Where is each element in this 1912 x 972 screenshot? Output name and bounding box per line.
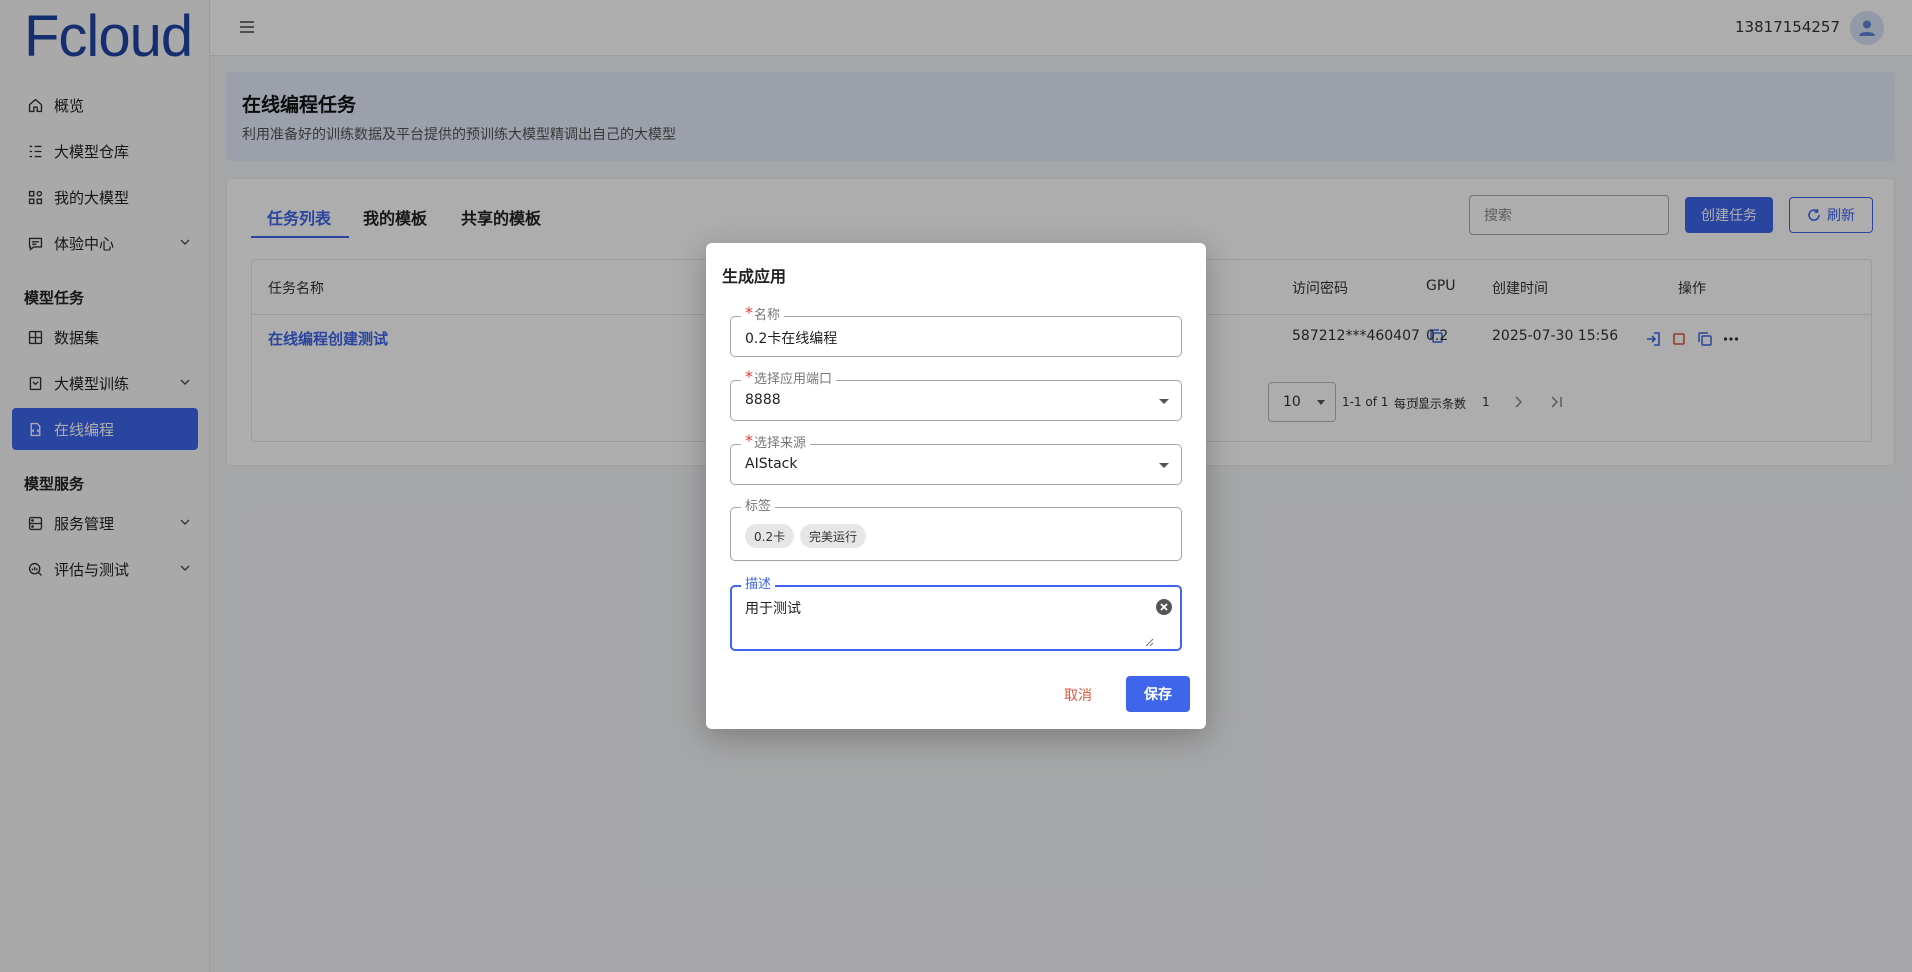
- save-button[interactable]: 保存: [1126, 676, 1190, 712]
- port-select-label: * 选择应用端口: [741, 367, 837, 388]
- tag-chip[interactable]: 0.2卡: [745, 524, 795, 548]
- generate-app-dialog: 生成应用 * 名称 0.2卡在线编程 * 选择应用端口 8888 * 选择来源 AIS…: [706, 243, 1206, 729]
- resize-handle-icon[interactable]: [1144, 637, 1154, 647]
- name-field-value[interactable]: 0.2卡在线编程: [745, 328, 837, 348]
- tags-field[interactable]: 标签 0.2卡 完美运行: [730, 499, 1182, 561]
- name-field[interactable]: * 名称 0.2卡在线编程: [730, 305, 1182, 357]
- cancel-button[interactable]: 取消: [1064, 685, 1092, 705]
- name-field-label: * 名称: [741, 303, 785, 324]
- tags-field-label: 标签: [741, 499, 776, 515]
- port-select-value: 8888: [745, 392, 781, 408]
- required-marker: *: [745, 431, 753, 450]
- description-field-label: 描述: [741, 577, 776, 593]
- source-select-value: AIStack: [745, 456, 798, 472]
- tag-chip[interactable]: 完美运行: [800, 524, 867, 548]
- caret-down-icon: [1159, 399, 1169, 404]
- dialog-title: 生成应用: [722, 267, 787, 286]
- source-select[interactable]: * 选择来源 AIStack: [730, 433, 1182, 485]
- port-select[interactable]: * 选择应用端口 8888: [730, 369, 1182, 421]
- source-select-label: * 选择来源: [741, 431, 811, 452]
- clear-icon[interactable]: [1154, 597, 1174, 617]
- caret-down-icon: [1159, 463, 1169, 468]
- description-field[interactable]: 描述 用于测试: [730, 577, 1182, 651]
- required-marker: *: [745, 367, 753, 386]
- required-marker: *: [745, 303, 753, 322]
- description-field-value[interactable]: 用于测试: [745, 598, 801, 618]
